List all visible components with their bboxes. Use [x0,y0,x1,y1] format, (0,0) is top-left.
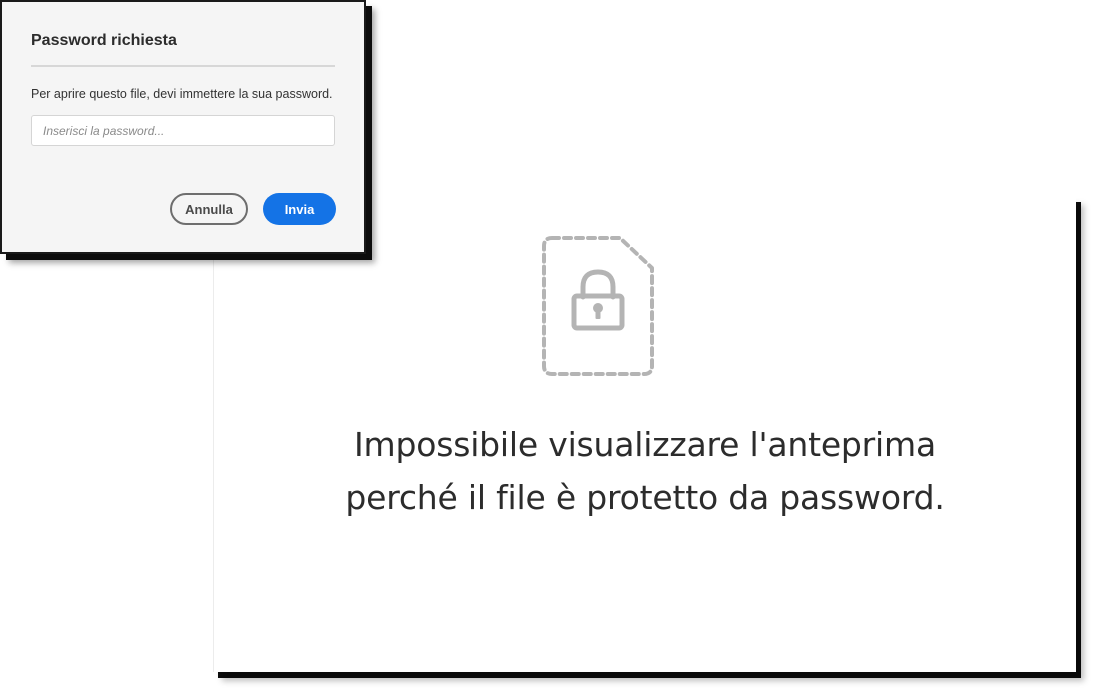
preview-message: Impossibile visualizzare l'anteprima per… [214,418,1076,524]
cancel-button[interactable]: Annulla [170,193,248,225]
password-dialog: Password richiesta Per aprire questo fil… [0,0,366,254]
preview-message-line2: perché il file è protetto da password. [345,478,945,517]
submit-button[interactable]: Invia [263,193,336,225]
dialog-title: Password richiesta [31,32,177,49]
preview-message-line1: Impossibile visualizzare l'anteprima [354,425,936,464]
preview-panel: Impossibile visualizzare l'anteprima per… [213,196,1076,672]
password-input[interactable] [31,115,335,146]
locked-file-icon [542,236,654,376]
dialog-divider [31,65,335,67]
dialog-message: Per aprire questo file, devi immettere l… [31,87,333,101]
